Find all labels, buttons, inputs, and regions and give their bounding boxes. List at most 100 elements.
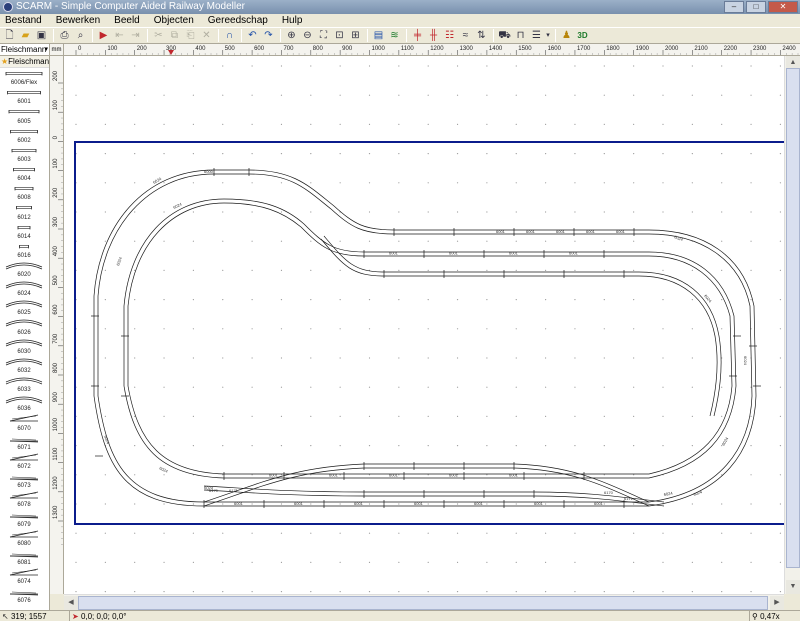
library-select[interactable]: Fleischmann ▾ <box>0 44 49 56</box>
zoom-window-icon[interactable]: ⊡ <box>332 28 347 43</box>
redo-icon[interactable]: ↷ <box>261 28 276 43</box>
library-piece[interactable]: 6026 <box>0 317 48 336</box>
rail-wood-icon[interactable]: ╫ <box>426 28 441 43</box>
scroll-down-icon[interactable]: ▼ <box>786 580 800 594</box>
horizontal-scroll-thumb[interactable] <box>78 596 768 610</box>
copy-icon[interactable]: ⧉ <box>167 28 182 43</box>
library-piece[interactable]: 6079 <box>0 509 48 528</box>
scroll-right-icon[interactable]: ▶ <box>770 596 784 610</box>
library-group-header[interactable]: ★Fleischmann-... <box>0 56 49 68</box>
ruler-tick-label: 700 <box>283 46 294 52</box>
library-piece[interactable]: 6073 <box>0 471 48 490</box>
zoom-in-icon[interactable]: ⊕ <box>284 28 299 43</box>
library-piece[interactable]: 6081 <box>0 548 48 567</box>
print-preview-icon[interactable]: ⌕ <box>73 28 88 43</box>
connect-icon[interactable]: ⇥ <box>128 28 143 43</box>
layer-list-icon[interactable]: ☰ <box>529 28 544 43</box>
menu-gereedschap[interactable]: Gereedschap <box>208 14 268 27</box>
ruler-tick-label: 0 <box>78 46 82 52</box>
zoom-out-icon[interactable]: ⊖ <box>300 28 315 43</box>
ruler-tick-label: 700 <box>53 333 59 344</box>
library-piece[interactable]: 6030 <box>0 337 48 356</box>
library-piece[interactable]: 6025 <box>0 298 48 317</box>
library-piece[interactable]: 6012 <box>0 202 48 221</box>
track-piece-icon <box>9 414 39 422</box>
library-piece[interactable]: 6036 <box>0 394 48 413</box>
library-piece[interactable]: 6072 <box>0 452 48 471</box>
menu-hulp[interactable]: Hulp <box>282 14 303 27</box>
bridge-icon[interactable]: ⊓ <box>513 28 528 43</box>
track-plan[interactable] <box>93 169 757 507</box>
menu-objecten[interactable]: Objecten <box>154 14 194 27</box>
magnet-icon[interactable]: ∩ <box>222 28 237 43</box>
library-piece[interactable]: 6006/Flex <box>0 68 48 87</box>
library-piece[interactable]: 6070 <box>0 413 48 432</box>
library-piece[interactable]: 6071 <box>0 433 48 452</box>
paste-icon[interactable]: ⎗ <box>183 28 198 43</box>
library-piece[interactable]: 6076 <box>0 586 48 605</box>
track-image-icon[interactable]: ▤ <box>371 28 386 43</box>
vertical-scroll-thumb[interactable] <box>786 68 800 568</box>
library-piece[interactable]: 6033 <box>0 375 48 394</box>
library-piece-label: 6078 <box>17 502 31 509</box>
library-piece[interactable]: 6005 <box>0 106 48 125</box>
minimize-button[interactable]: – <box>724 1 744 13</box>
person-icon[interactable]: ♟ <box>559 28 574 43</box>
track-piece-label: 6024 <box>663 490 673 497</box>
print-icon[interactable]: ⎙ <box>57 28 72 43</box>
play-icon[interactable]: ▶ <box>96 28 111 43</box>
new-file-icon[interactable]: 🗋 <box>2 28 17 43</box>
layers-icon[interactable]: ≋ <box>387 28 402 43</box>
undo-icon[interactable]: ↶ <box>245 28 260 43</box>
track-piece-icon <box>9 476 39 481</box>
library-piece[interactable]: 6016 <box>0 241 48 260</box>
menu-bewerken[interactable]: Bewerken <box>56 14 100 27</box>
ruler-tick-label: 1500 <box>518 46 532 52</box>
library-piece-label: 6072 <box>17 463 31 470</box>
flex-track-icon[interactable]: ≈ <box>458 28 473 43</box>
save-icon[interactable]: ▣ <box>34 28 49 43</box>
rail-ties-icon[interactable]: ╪ <box>410 28 425 43</box>
menu-beeld[interactable]: Beeld <box>114 14 140 27</box>
layout-drawing[interactable]: 6001 6001 6001 6001 6001 6001 6001 6001 6001 6001… <box>64 56 784 594</box>
track-piece-label: 6024 <box>721 436 730 447</box>
library-piece[interactable]: 6008 <box>0 183 48 202</box>
zoom-all-icon[interactable]: ⊞ <box>348 28 363 43</box>
train-icon[interactable]: ⛟ <box>497 28 512 43</box>
zoom-fit-icon[interactable]: ⛶ <box>316 28 331 43</box>
status-zoom: 0,47x <box>760 612 780 621</box>
track-end-icon[interactable]: ⇤ <box>112 28 127 43</box>
library-piece[interactable]: 6078 <box>0 490 48 509</box>
vertical-scrollbar[interactable]: ▲ ▼ <box>784 56 800 594</box>
library-piece[interactable]: 6032 <box>0 356 48 375</box>
menu-bar: Bestand Bewerken Beeld Objecten Gereedsc… <box>0 14 800 27</box>
layout-canvas[interactable]: 6001 6001 6001 6001 6001 6001 6001 6001 6001 6001… <box>64 56 784 594</box>
library-piece[interactable]: 6004 <box>0 164 48 183</box>
ruler-tick-label: 2200 <box>724 46 738 52</box>
ruler-tick-label: 2100 <box>694 46 708 52</box>
library-piece[interactable]: 6014 <box>0 222 48 241</box>
cut-icon[interactable]: ✂ <box>151 28 166 43</box>
delete-icon[interactable]: ✕ <box>199 28 214 43</box>
maximize-button[interactable]: □ <box>746 1 766 13</box>
library-piece[interactable]: 6001 <box>0 87 48 106</box>
scroll-left-icon[interactable]: ◀ <box>64 596 78 610</box>
library-piece[interactable]: 6080 <box>0 529 48 548</box>
open-folder-icon[interactable]: ▰ <box>18 28 33 43</box>
rail-concrete-icon[interactable]: ☷ <box>442 28 457 43</box>
track-piece-icon <box>9 453 39 461</box>
height-icon[interactable]: ⇅ <box>474 28 489 43</box>
library-piece[interactable]: 6074 <box>0 567 48 586</box>
horizontal-scrollbar[interactable]: ◀ ▶ <box>64 594 784 610</box>
library-piece[interactable]: 6024 <box>0 279 48 298</box>
close-button[interactable]: ✕ <box>768 1 798 13</box>
dropdown-arrow-icon[interactable]: ▾ <box>545 28 551 43</box>
track-piece-label: 6001 <box>594 501 604 506</box>
library-piece-label: 6016 <box>17 252 31 259</box>
scroll-corner <box>784 594 800 610</box>
view-3d-icon[interactable]: 3D <box>575 28 590 43</box>
library-piece[interactable]: 6003 <box>0 145 48 164</box>
menu-bestand[interactable]: Bestand <box>5 14 42 27</box>
library-piece[interactable]: 6002 <box>0 126 48 145</box>
library-piece[interactable]: 6020 <box>0 260 48 279</box>
